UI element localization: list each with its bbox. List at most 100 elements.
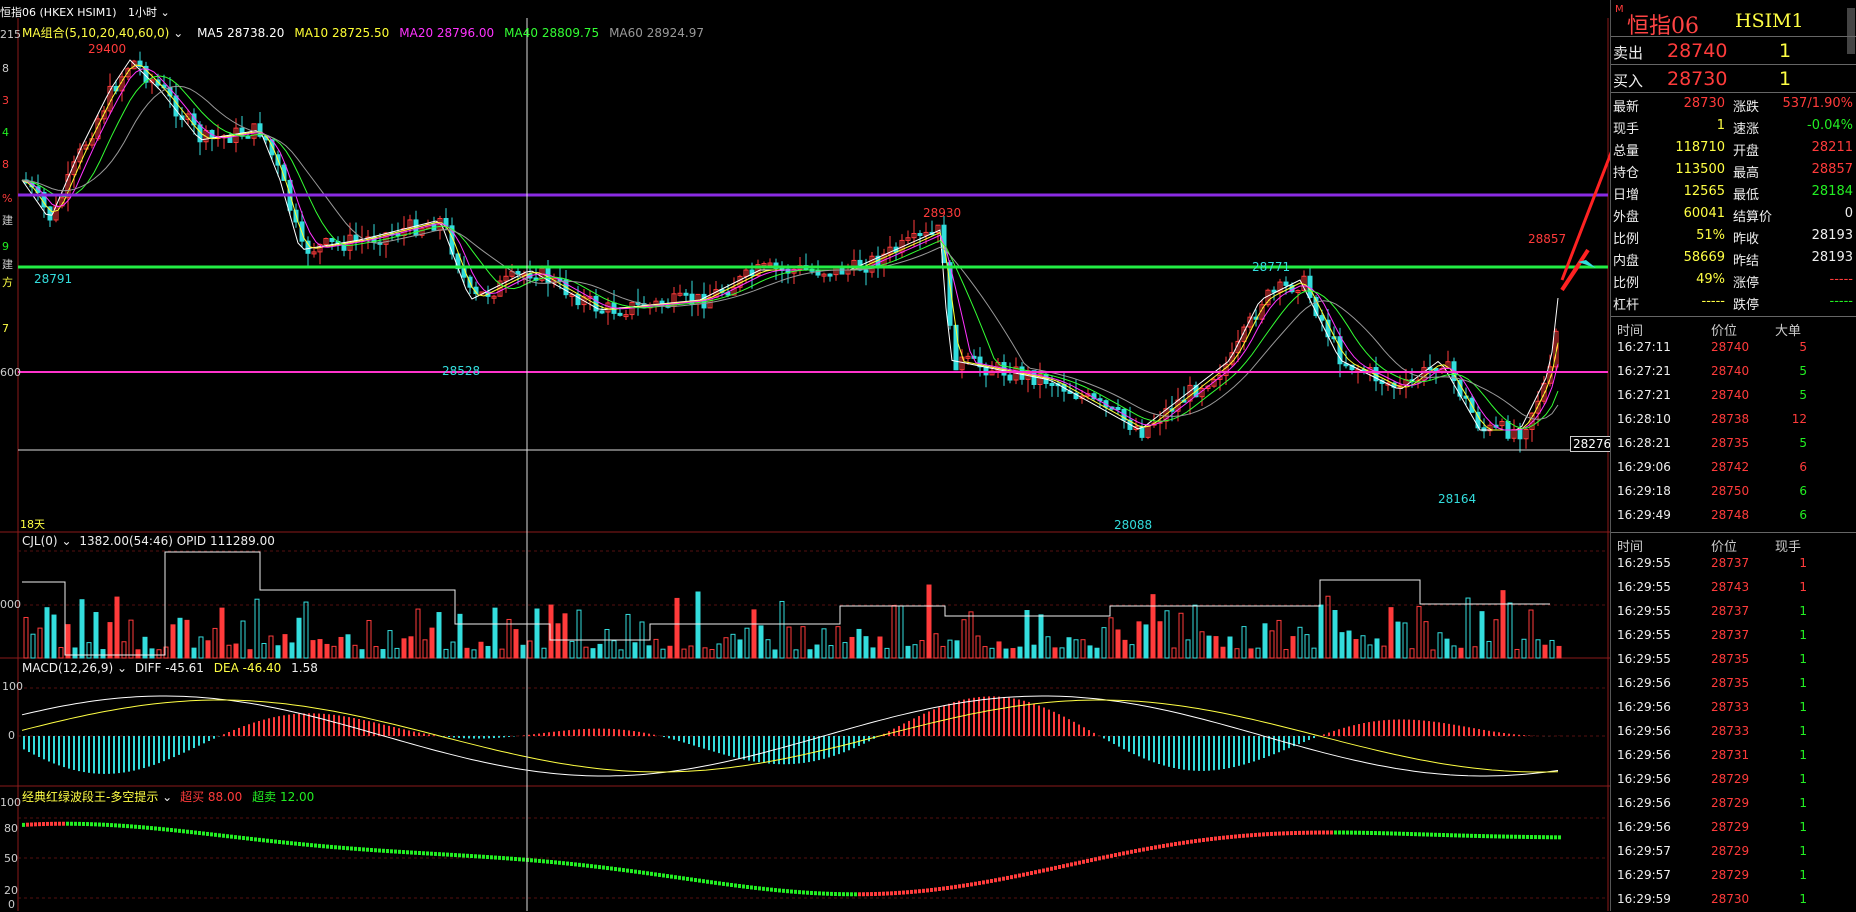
trade-price: 28737	[1711, 628, 1750, 642]
volume-bar	[583, 646, 589, 659]
candle-body	[863, 269, 869, 273]
volume-bar	[1549, 639, 1555, 659]
osc-dot	[358, 847, 361, 852]
volume-bar	[233, 643, 239, 659]
trade-row[interactable]: 16:29:56 28729 1	[1611, 792, 1856, 816]
osc-title[interactable]: 经典红绿波段王-多空提示	[22, 790, 158, 804]
volume-bar	[1017, 646, 1023, 659]
trade-row[interactable]: 16:29:56 28733 1	[1611, 696, 1856, 720]
ma-title[interactable]: MA组合(5,10,20,40,60,0)	[22, 26, 169, 40]
chevron-down-icon[interactable]: ⌄	[162, 790, 172, 804]
candle-body	[1283, 281, 1289, 286]
volume-bar	[870, 647, 876, 659]
volume-bar	[72, 647, 78, 659]
chevron-down-icon[interactable]: ⌄	[173, 26, 183, 40]
big-trades-list[interactable]: 16:27:11 28740 5 16:27:21 28740 5 16:27:21 2874…	[1611, 336, 1856, 532]
trade-row[interactable]: 16:29:55 28737 1	[1611, 600, 1856, 624]
volume-bar	[996, 641, 1002, 659]
ma-value-4: MA60 28924.97	[609, 26, 704, 40]
candlestick-series	[23, 51, 1559, 453]
volume-bar	[366, 619, 372, 659]
trade-row[interactable]: 16:29:56 28731 1	[1611, 744, 1856, 768]
osc-dot	[1462, 833, 1465, 838]
right-low-label: 28164	[1438, 492, 1477, 506]
osc-dot	[1414, 832, 1417, 837]
osc-dot	[370, 847, 373, 852]
trade-time: 16:29:56	[1617, 820, 1671, 834]
osc-dot	[146, 825, 149, 830]
volume-bar	[758, 625, 764, 659]
volume-bar	[1157, 621, 1163, 659]
trade-row[interactable]: 16:27:21 28740 5	[1611, 384, 1856, 408]
chevron-down-icon[interactable]: ⌄	[161, 6, 170, 19]
osc-axis-label: 0	[8, 898, 15, 911]
trade-row[interactable]: 16:29:55 28735 1	[1611, 648, 1856, 672]
volume-bar	[1206, 635, 1212, 659]
trade-time: 16:29:56	[1617, 796, 1671, 810]
trade-row[interactable]: 16:29:59 28730 1	[1611, 888, 1856, 912]
volume-bar	[177, 617, 183, 659]
chevron-down-icon[interactable]: ⌄	[61, 534, 71, 548]
macd-title[interactable]: MACD(12,26,9)	[22, 661, 113, 675]
osc-dot	[1330, 830, 1333, 835]
osc-dot	[1162, 843, 1165, 848]
osc-dot	[1114, 853, 1117, 858]
trade-row[interactable]: 16:29:57 28729 1	[1611, 840, 1856, 864]
osc-dot	[774, 888, 777, 893]
trade-row[interactable]: 16:29:56 28735 1	[1611, 672, 1856, 696]
trade-row[interactable]: 16:29:55 28737 1	[1611, 552, 1856, 576]
trade-row[interactable]: 16:29:56 28729 1	[1611, 768, 1856, 792]
bid-price[interactable]: 28730	[1667, 68, 1727, 90]
chevron-down-icon[interactable]: ⌄	[117, 661, 127, 675]
osc-dot	[1066, 863, 1069, 868]
osc-dot	[138, 825, 141, 830]
volume-bar	[261, 642, 267, 659]
trade-row[interactable]: 16:29:57 28729 1	[1611, 864, 1856, 888]
trade-row[interactable]: 16:27:21 28740 5	[1611, 360, 1856, 384]
trade-row[interactable]: 16:29:56 28733 1	[1611, 720, 1856, 744]
volume-bar	[1262, 623, 1268, 659]
trade-row[interactable]: 16:29:49 28748 6	[1611, 504, 1856, 528]
osc-dot	[698, 878, 701, 883]
trade-row[interactable]: 16:29:56 28729 1	[1611, 816, 1856, 840]
volume-bar	[1514, 648, 1520, 659]
trade-time: 16:29:57	[1617, 868, 1671, 882]
volume-bar	[86, 642, 92, 659]
volume-title[interactable]: CJL(0)	[22, 534, 58, 548]
osc-dot	[638, 870, 641, 875]
volume-bar	[1507, 602, 1513, 659]
osc-dot	[1550, 835, 1553, 840]
axis-fragment: 600	[0, 366, 21, 379]
symbol-label[interactable]: 恒指06	[0, 6, 36, 19]
trade-row[interactable]: 16:28:21 28735 5	[1611, 432, 1856, 456]
trade-time: 16:29:55	[1617, 628, 1671, 642]
osc-dot	[1366, 830, 1369, 835]
kline-chart-area[interactable]	[0, 0, 1610, 911]
osc-dot	[1494, 834, 1497, 839]
stat-label: 持仓	[1613, 166, 1640, 181]
osc-dot	[1478, 834, 1481, 839]
osc-dot	[1558, 835, 1561, 840]
osc-dot	[1014, 874, 1017, 879]
trade-row[interactable]: 16:27:11 28740 5	[1611, 336, 1856, 360]
trade-row[interactable]: 16:29:55 28737 1	[1611, 624, 1856, 648]
trade-row[interactable]: 16:29:55 28743 1	[1611, 576, 1856, 600]
osc-dot	[1018, 873, 1021, 878]
ticks-list[interactable]: 16:29:55 28737 1 16:29:55 28743 1 16:29:55 2873…	[1611, 552, 1856, 911]
volume-bar	[912, 644, 918, 659]
osc-dot	[398, 849, 401, 854]
trade-row[interactable]: 16:28:10 28738 12	[1611, 408, 1856, 432]
volume-bar	[436, 612, 442, 659]
osc-dot	[1210, 837, 1213, 842]
osc-dot	[810, 890, 813, 895]
period-selector[interactable]: 1小时	[128, 6, 157, 19]
trade-row[interactable]: 16:29:06 28742 6	[1611, 456, 1856, 480]
trade-row[interactable]: 16:29:18 28750 6	[1611, 480, 1856, 504]
osc-dot	[542, 859, 545, 864]
ask-price[interactable]: 28740	[1667, 40, 1727, 62]
panel-scrollbar[interactable]	[1847, 8, 1855, 54]
osc-dot	[150, 826, 153, 831]
trade-time: 16:29:56	[1617, 724, 1671, 738]
osc-dot	[446, 852, 449, 857]
volume-bar	[1122, 639, 1128, 659]
